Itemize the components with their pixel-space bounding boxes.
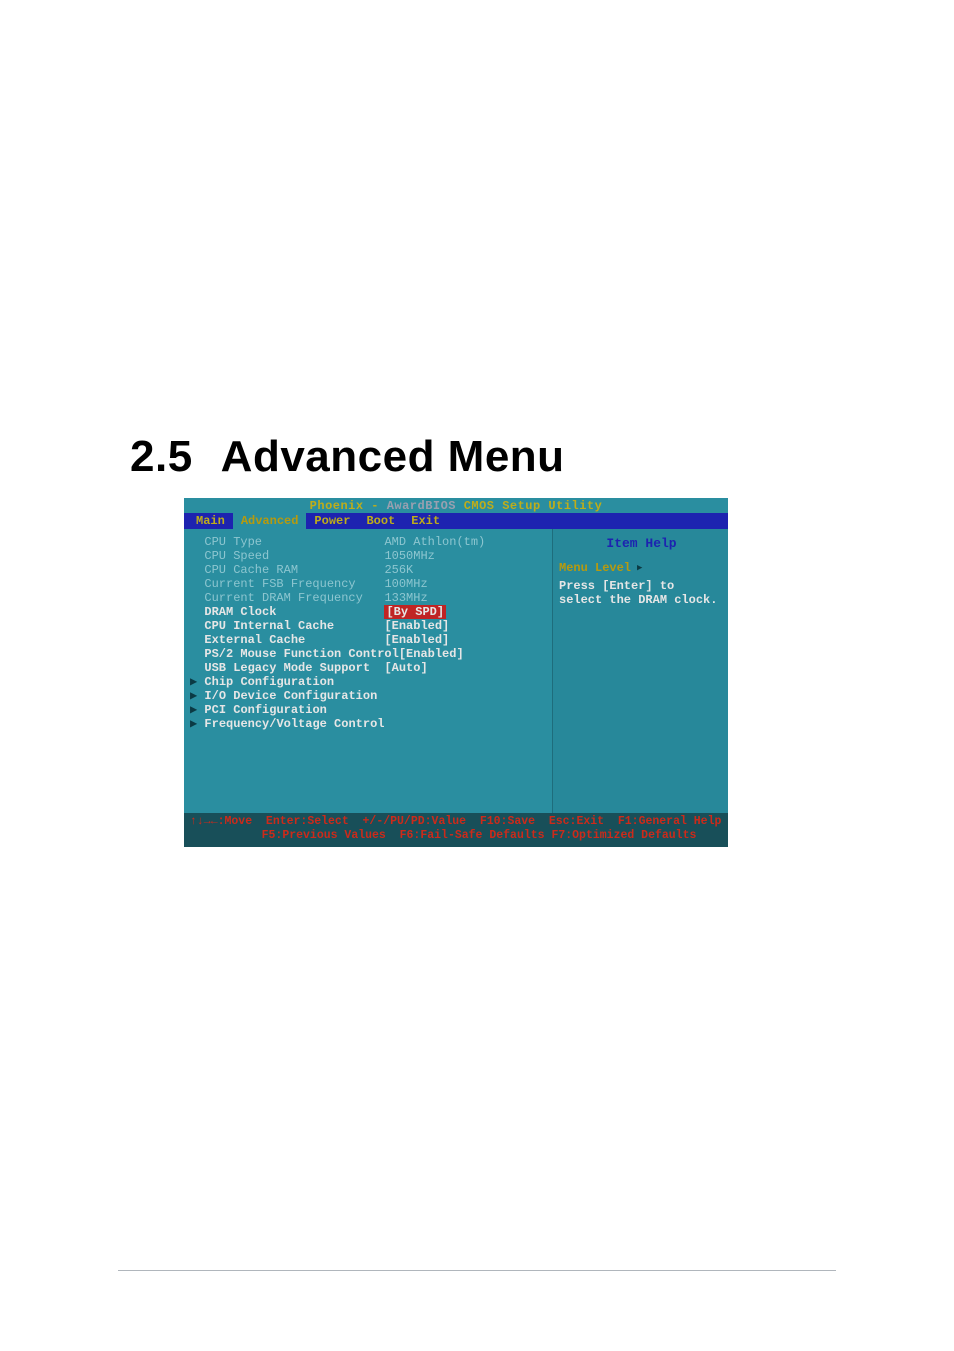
bios-screenshot: Phoenix - AwardBIOS CMOS Setup Utility M…	[184, 498, 728, 842]
help-text-line: Press [Enter] to	[559, 579, 724, 593]
section-title: Advanced Menu	[221, 432, 565, 481]
bios-tab-main[interactable]: Main	[184, 513, 233, 529]
bios-setting-label: CPU Speed	[190, 549, 384, 563]
bios-setting-label: DRAM Clock	[190, 605, 384, 619]
bios-setting-label: External Cache	[190, 633, 384, 647]
bios-submenu-label: Chip Configuration	[197, 675, 334, 689]
bios-setting-label: PS/2 Mouse Function Control	[190, 647, 399, 661]
bios-setting-label: CPU Cache RAM	[190, 563, 384, 577]
bios-setting-label: CPU Type	[190, 535, 384, 549]
bios-body: CPU Type AMD Athlon(tm) CPU Speed 1050MH…	[184, 529, 728, 813]
bios-tab-power[interactable]: Power	[306, 513, 358, 529]
bios-setting-row: Current FSB Frequency 100MHz	[190, 577, 546, 591]
bios-footer-line1: ↑↓→←:Move Enter:Select +/-/PU/PD:Value F…	[190, 815, 722, 829]
bios-setting-value[interactable]: [Enabled]	[399, 647, 464, 661]
bios-setting-value[interactable]: [By SPD]	[384, 605, 446, 619]
bios-setting-value: 133MHz	[384, 591, 427, 605]
bios-setting-value[interactable]: [Auto]	[384, 661, 427, 675]
bios-setting-row: CPU Speed 1050MHz	[190, 549, 546, 563]
bios-submenu-row[interactable]: ▶ I/O Device Configuration	[190, 689, 546, 703]
bios-setting-value: 1050MHz	[384, 549, 434, 563]
bios-setting-row[interactable]: PS/2 Mouse Function Control[Enabled]	[190, 647, 546, 661]
bios-setting-label: CPU Internal Cache	[190, 619, 384, 633]
bios-submenu-label: Frequency/Voltage Control	[197, 717, 384, 731]
bios-setting-value[interactable]: [Enabled]	[384, 633, 449, 647]
bios-footer-line2: F5:Previous Values F6:Fail-Safe Defaults…	[190, 829, 722, 843]
bios-setting-row[interactable]: DRAM Clock [By SPD]	[190, 605, 546, 619]
help-menu-level: Menu Level ▶	[559, 561, 724, 575]
triangle-right-icon: ▶	[190, 703, 197, 717]
bios-help-pane: Item Help Menu Level ▶ Press [Enter] to …	[552, 529, 728, 813]
bios-setting-value: AMD Athlon(tm)	[384, 535, 485, 549]
bios-submenu-row[interactable]: ▶ Chip Configuration	[190, 675, 546, 689]
bios-title-left: Phoenix -	[310, 499, 387, 513]
bios-setting-value[interactable]: [Enabled]	[384, 619, 449, 633]
bios-submenu-label: PCI Configuration	[197, 703, 327, 717]
bios-footer: ↑↓→←:Move Enter:Select +/-/PU/PD:Value F…	[184, 813, 728, 847]
bios-title-mid: AwardBIOS	[387, 499, 456, 513]
bios-setting-row[interactable]: USB Legacy Mode Support [Auto]	[190, 661, 546, 675]
bios-setting-label: Current DRAM Frequency	[190, 591, 384, 605]
bios-submenu-row[interactable]: ▶ Frequency/Voltage Control	[190, 717, 546, 731]
bios-tab-advanced[interactable]: Advanced	[233, 513, 307, 529]
section-heading: 2.5 Advanced Menu	[130, 432, 565, 482]
help-menu-level-label: Menu Level	[559, 561, 631, 575]
triangle-right-icon: ▶	[637, 561, 642, 575]
triangle-right-icon: ▶	[190, 689, 197, 703]
bios-setting-row: Current DRAM Frequency 133MHz	[190, 591, 546, 605]
bios-title: Phoenix - AwardBIOS CMOS Setup Utility	[184, 498, 728, 513]
bios-left-pane: CPU Type AMD Athlon(tm) CPU Speed 1050MH…	[184, 529, 552, 813]
bios-setting-row[interactable]: External Cache [Enabled]	[190, 633, 546, 647]
bios-setting-value: 256K	[384, 563, 413, 577]
bios-tab-exit[interactable]: Exit	[403, 513, 448, 529]
help-text-line: select the DRAM clock.	[559, 593, 724, 607]
section-number: 2.5	[130, 432, 193, 481]
bios-submenu-label: I/O Device Configuration	[197, 689, 377, 703]
bios-tabbar: MainAdvancedPowerBootExit	[184, 513, 728, 529]
bios-tab-boot[interactable]: Boot	[358, 513, 403, 529]
bios-setting-row[interactable]: CPU Internal Cache [Enabled]	[190, 619, 546, 633]
bios-setting-label: Current FSB Frequency	[190, 577, 384, 591]
triangle-right-icon: ▶	[190, 675, 197, 689]
help-title: Item Help	[559, 535, 724, 551]
bios-setting-value: 100MHz	[384, 577, 427, 591]
page-footer-rule	[118, 1270, 836, 1271]
bios-setting-label: USB Legacy Mode Support	[190, 661, 384, 675]
document-page: 2.5 Advanced Menu Phoenix - AwardBIOS CMO…	[0, 0, 954, 1351]
bios-setting-row: CPU Type AMD Athlon(tm)	[190, 535, 546, 549]
bios-title-right: CMOS Setup Utility	[456, 499, 602, 513]
bios-submenu-row[interactable]: ▶ PCI Configuration	[190, 703, 546, 717]
bios-setting-row: CPU Cache RAM 256K	[190, 563, 546, 577]
triangle-right-icon: ▶	[190, 717, 197, 731]
